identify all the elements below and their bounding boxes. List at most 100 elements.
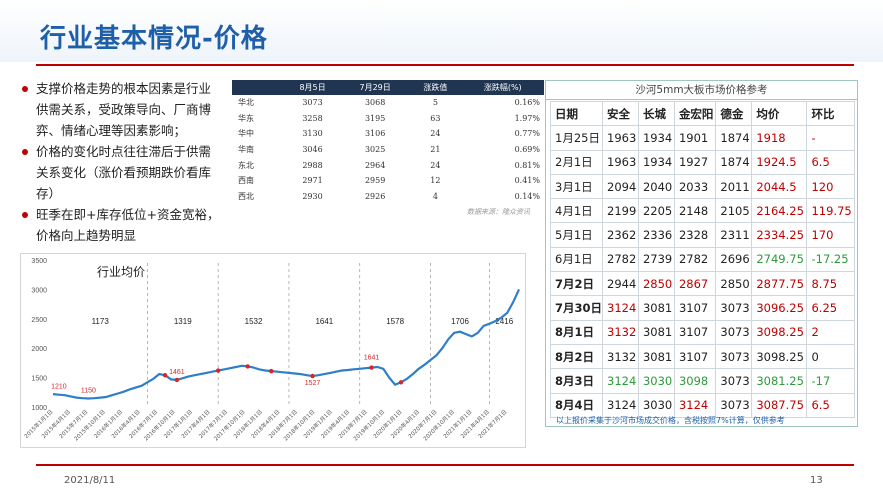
price-value-cell: -: [806, 125, 855, 151]
price-value-cell: 2040: [637, 173, 675, 200]
price-value-cell: 3132: [602, 319, 639, 345]
price-table-row: 8月3日 3124 3030 3098 3073 3081.25 -17: [550, 368, 855, 394]
regional-value-cell: 0.69%: [514, 145, 540, 155]
price-value-cell: 3073: [715, 295, 753, 321]
price-table-row: 2月1日 1963 1934 1927 1874 1924.5 6.5: [550, 149, 855, 175]
price-value-cell: 120: [806, 173, 855, 200]
regional-value-cell: 1.97%: [514, 113, 540, 123]
price-value-cell: 2199: [602, 198, 639, 224]
chart-svg: 1000 1500 2000 2500 3000 3500 1173 1319 1532 1641…: [22, 258, 521, 442]
price-value-cell: 2094: [602, 173, 639, 200]
regional-value-cell: 2988: [302, 160, 323, 170]
price-table-header-cell: 长城: [637, 100, 675, 127]
price-value-cell: 2105: [715, 198, 753, 224]
period-average-label: 1173: [92, 317, 110, 326]
price-value-cell: 3124: [673, 392, 717, 418]
regional-value-cell: 0.81%: [514, 160, 540, 170]
regional-header-cell: [232, 80, 284, 95]
bullet-item: 价格的变化时点往往滞后于供需关系变化（涨价看预期跌价看库存）: [22, 141, 222, 204]
regional-row: 东北 2988 2964 24 0.81%: [232, 157, 544, 173]
price-value-cell: 1963: [602, 125, 639, 151]
price-date-cell: 8月2日: [550, 343, 603, 370]
price-value-cell: 2739: [637, 246, 675, 273]
y-tick-label: 3500: [31, 258, 47, 265]
price-table-caption: 沙河5mm大板市场价格参考: [546, 81, 857, 100]
regional-row: 华东 3258 3195 63 1.97%: [232, 111, 544, 127]
price-value-cell: 2334.25: [751, 222, 808, 248]
period-average-label: 1319: [174, 317, 192, 326]
price-value-cell: 1934: [637, 149, 675, 175]
price-date-cell: 8月1日: [550, 319, 603, 345]
regional-header-cell: 8月5日: [284, 80, 342, 95]
regional-value-cell: 3258: [302, 113, 323, 123]
price-value-cell: 3096.25: [751, 295, 808, 321]
price-value-cell: 3107: [673, 319, 717, 345]
price-value-cell: 6.5: [806, 392, 855, 418]
price-value-cell: 2164.25: [751, 198, 808, 224]
price-value-cell: 2850: [715, 271, 753, 297]
price-marker: [162, 373, 168, 378]
price-table-header-cell: 金宏阳: [673, 100, 717, 127]
price-table-row: 3月1日 2094 2040 2033 2011 2044.5 120: [550, 173, 855, 200]
price-value-cell: -17: [806, 368, 855, 394]
regional-value-cell: 0.14%: [514, 191, 540, 201]
bullet-item: 旺季在即+库存低位+资金宽裕，价格向上趋势明显: [22, 204, 222, 246]
regional-value-cell: 24: [430, 129, 441, 139]
price-table-header-row: 日期 安全 长城 金宏阳 德金 均价 环比: [550, 100, 855, 127]
price-marker: [310, 373, 315, 379]
regional-header-cell: 涨跌值: [409, 80, 462, 95]
footer-divider: [36, 464, 854, 466]
regional-row: 华南 3046 3025 21 0.69%: [232, 142, 544, 158]
regional-value-cell: 3068: [364, 98, 386, 108]
regional-value-cell: 0.77%: [514, 129, 540, 139]
y-tick-label: 1500: [31, 376, 47, 383]
price-table-row: 4月1日 2199 2205 2148 2105 2164.25 119.75: [550, 198, 855, 224]
price-marker: [215, 368, 221, 373]
price-table-row: 1月25日 1963 1934 1901 1874 1918-: [550, 125, 855, 151]
price-date-cell: 4月1日: [550, 198, 603, 224]
y-tick-label: 2000: [31, 346, 47, 353]
price-table-header-cell: 环比: [806, 100, 855, 127]
price-value-cell: 1874: [715, 149, 753, 175]
price-value-cell: 3098: [673, 368, 717, 394]
price-value-cell: 2: [806, 319, 855, 345]
bullet-dot-icon: [22, 86, 28, 92]
price-value-cell: 3081: [637, 343, 675, 370]
period-average-label: 1641: [315, 317, 333, 326]
price-value-cell: 8.75: [806, 271, 855, 297]
price-value-cell: 2205: [637, 198, 675, 224]
price-value-cell: 1927: [673, 149, 717, 175]
price-value-cell: 2850: [637, 271, 675, 297]
regional-region-cell: 华南: [238, 145, 254, 155]
price-table-row: 8月4日 3124 3030 3124 3073 3087.75 6.5: [550, 392, 855, 418]
bullet-list: 支撑价格走势的根本因素是行业供需关系，受政策导向、厂商博弈、情绪心理等因素影响；…: [22, 78, 222, 246]
shahe-price-table: 日期 安全 长城 金宏阳 德金 均价 环比 1月25日 1963 1934 1901 1…: [550, 100, 855, 418]
price-value-cell: -17.25: [806, 246, 855, 273]
price-value-cell: 2362: [602, 222, 639, 248]
page-number: 13: [810, 475, 823, 486]
regional-value-cell: 3195: [364, 113, 386, 123]
price-table-header-cell: 德金: [715, 100, 753, 127]
regional-value-cell: 5: [432, 98, 438, 108]
price-value-cell: 2011: [715, 173, 753, 200]
regional-row: 西北 2930 2926 4 0.14%: [232, 189, 544, 205]
y-tick-label: 1000: [31, 405, 47, 412]
industry-price-chart: 1000 1500 2000 2500 3000 3500 1173 1319 1532 1641…: [20, 253, 526, 448]
price-table-header-cell: 日期: [550, 100, 603, 127]
price-value-cell: 2877.75: [751, 271, 808, 297]
price-value-cell: 2944: [602, 271, 639, 297]
price-value-cell: 3098.25: [751, 343, 808, 370]
regional-region-cell: 华北: [238, 98, 254, 108]
regional-value-cell: 2959: [364, 176, 386, 186]
marker-value-label: 1461: [169, 369, 185, 376]
chart-title: 行业均价: [97, 265, 145, 279]
price-value-cell: 2336: [637, 222, 675, 248]
regional-value-cell: 21: [430, 145, 441, 155]
price-value-cell: 119.75: [806, 198, 855, 224]
price-table-row: 6月1日 2782 2739 2782 2696 2749.75 -17.25: [550, 246, 855, 273]
price-date-cell: 7月30日: [550, 295, 603, 321]
regional-value-cell: 2971: [302, 176, 323, 186]
y-tick-label: 3000: [31, 287, 47, 294]
price-value-cell: 2328: [673, 222, 717, 248]
price-value-cell: 3073: [715, 368, 753, 394]
